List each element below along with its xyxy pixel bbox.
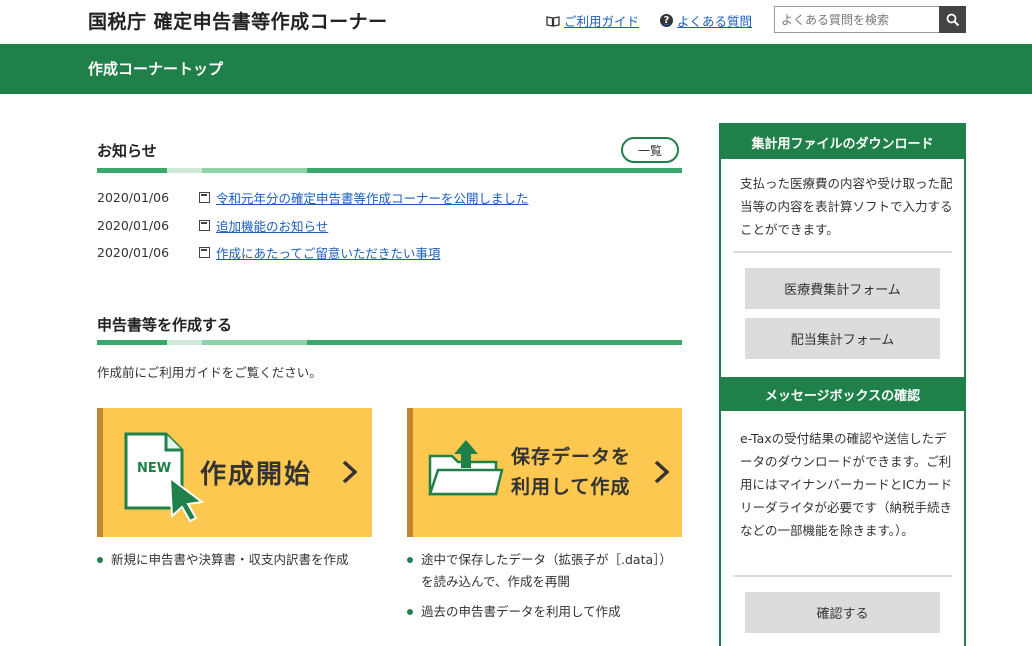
document-icon (199, 191, 210, 203)
messagebox-text: e-Taxの受付結果の確認や送信したデータのダウンロードができます。ご利用にはマ… (740, 431, 953, 538)
bullet-dot (407, 608, 413, 615)
site-title[interactable]: 国税庁 確定申告書等作成コーナー (88, 7, 388, 34)
search-icon (946, 13, 959, 26)
search-input[interactable] (774, 6, 939, 33)
side-panel: 集計用ファイルのダウンロード 支払った医療費の内容や受け取った配当等の内容を表計… (719, 123, 966, 646)
chevron-right-icon (654, 460, 670, 484)
folder-upload-icon (428, 440, 504, 496)
news-date: 2020/01/06 (97, 244, 170, 260)
download-heading: 集計用ファイルのダウンロード (721, 125, 964, 159)
guide-link[interactable]: ご利用ガイド (546, 11, 639, 30)
create-heading: 申告書等を作成する (97, 316, 233, 334)
saved-card-label-line2: 利用して作成 (511, 476, 631, 498)
medical-form-button[interactable]: 医療費集計フォーム (745, 268, 940, 309)
news-item: 2020/01/06 令和元年分の確定申告書等作成コーナーを公開しました (97, 188, 529, 206)
saved-card-label: 保存データを 利用して作成 (511, 442, 631, 502)
news-heading-bar (97, 168, 682, 173)
document-icon (199, 246, 210, 258)
new-document-icon: NEW (124, 432, 205, 522)
news-item: 2020/01/06 作成にあたってご留意いただきたい事項 (97, 243, 440, 261)
side-divider (733, 251, 952, 253)
search-box (774, 6, 966, 33)
document-icon (199, 219, 210, 231)
download-text: 支払った医療費の内容や受け取った配当等の内容を表計算ソフトで入力することができま… (740, 176, 953, 237)
chevron-right-icon (342, 460, 358, 484)
faq-link-label[interactable]: よくある質問 (677, 11, 752, 30)
saved-card-label-line1: 保存データを (511, 446, 632, 468)
site-header: 国税庁 確定申告書等作成コーナー ご利用ガイド ? よくある質問 (0, 0, 1032, 44)
bullet-text-continued: を読み込んで、作成を再開 (421, 574, 570, 589)
news-link[interactable]: 作成にあたってご留意いただきたい事項 (216, 243, 440, 262)
saved-data-card[interactable]: 保存データを 利用して作成 (407, 408, 682, 537)
create-heading-bar (97, 340, 682, 345)
side-divider (733, 575, 952, 577)
bullet-dot (97, 556, 103, 563)
guide-link-label[interactable]: ご利用ガイド (564, 11, 639, 30)
news-link[interactable]: 令和元年分の確定申告書等作成コーナーを公開しました (216, 188, 529, 207)
news-list-button[interactable]: 一覧 (621, 137, 679, 163)
search-button[interactable] (939, 6, 966, 33)
news-date: 2020/01/06 (97, 189, 170, 205)
page-band: 作成コーナートップ (0, 44, 1032, 94)
news-heading: お知らせ (97, 142, 157, 160)
messagebox-heading: メッセージボックスの確認 (721, 377, 964, 411)
book-icon (546, 15, 560, 27)
question-icon: ? (660, 14, 673, 27)
bullet-text: 途中で保存したデータ（拡張子が［.data］） (421, 552, 672, 567)
bullet-text: 過去の申告書データを利用して作成 (421, 604, 621, 619)
news-item: 2020/01/06 追加機能のお知らせ (97, 216, 328, 234)
news-date: 2020/01/06 (97, 217, 170, 233)
start-card-label: 作成開始 (200, 460, 313, 490)
saved-card-bullet: 過去の申告書データを利用して作成 (407, 601, 621, 623)
start-new-card[interactable]: NEW 作成開始 (97, 408, 372, 537)
bullet-dot (407, 556, 413, 563)
news-link[interactable]: 追加機能のお知らせ (216, 216, 328, 235)
faq-link[interactable]: ? よくある質問 (660, 11, 752, 30)
start-card-bullet: 新規に申告書や決算書・収支内訳書を作成 (97, 549, 349, 571)
dividend-form-button[interactable]: 配当集計フォーム (745, 318, 940, 359)
bullet-text: 新規に申告書や決算書・収支内訳書を作成 (111, 552, 349, 567)
saved-card-bullet: 途中で保存したデータ（拡張子が［.data］） を読み込んで、作成を再開 (407, 549, 672, 593)
confirm-button[interactable]: 確認する (745, 592, 940, 633)
create-intro: 作成前にご利用ガイドをご覧ください。 (97, 365, 322, 380)
page-title: 作成コーナートップ (88, 60, 224, 78)
svg-text:NEW: NEW (137, 461, 171, 476)
